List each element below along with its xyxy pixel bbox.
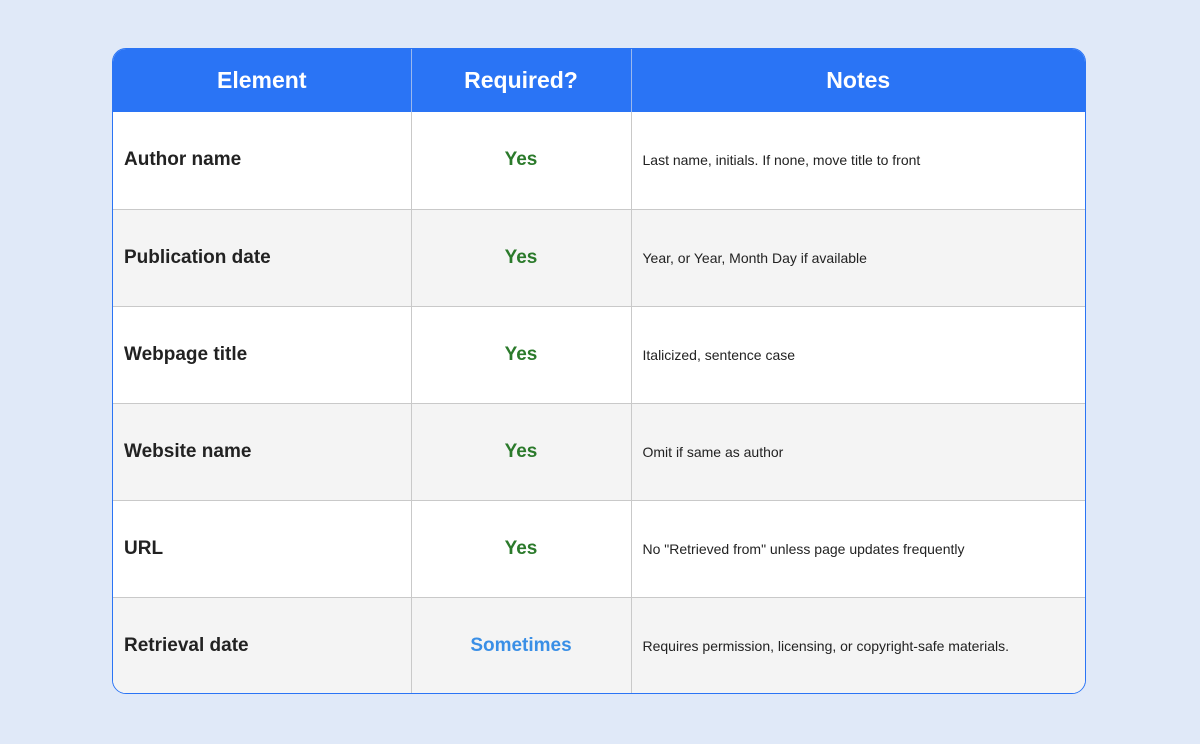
citation-elements-table: Element Required? Notes Author name Yes … — [113, 49, 1085, 693]
table-row: Retrieval date Sometimes Requires permis… — [113, 596, 1085, 693]
table-header-row: Element Required? Notes — [113, 49, 1085, 112]
header-element: Element — [113, 49, 411, 112]
element-cell: Publication date — [113, 208, 411, 306]
notes-cell: Last name, initials. If none, move title… — [630, 112, 1085, 209]
element-cell: Author name — [124, 149, 242, 171]
table-row: Website name Yes Omit if same as author — [113, 402, 1085, 500]
header-required: Required? — [410, 49, 631, 112]
required-cell: Yes — [410, 208, 631, 306]
header-notes: Notes — [630, 49, 1085, 112]
element-cell: Website name — [113, 402, 411, 500]
required-cell: Yes — [410, 499, 631, 597]
element-cell: Webpage title — [113, 305, 411, 403]
notes-cell: No "Retrieved from" unless page updates … — [630, 499, 1085, 597]
required-cell: Yes — [410, 402, 631, 500]
element-cell: Retrieval date — [113, 596, 411, 693]
notes-cell: Year, or Year, Month Day if available — [630, 208, 1085, 306]
element-cell: URL — [113, 499, 411, 597]
required-cell: Yes — [410, 305, 631, 403]
required-cell: Sometimes — [410, 596, 631, 693]
table-row: Webpage title Yes Italicized, sentence c… — [113, 305, 1085, 403]
notes-cell: Requires permission, licensing, or copyr… — [630, 596, 1085, 693]
notes-cell: Italicized, sentence case — [630, 305, 1085, 403]
table-row: URL Yes No "Retrieved from" unless page … — [113, 499, 1085, 597]
notes-cell: Omit if same as author — [630, 402, 1085, 500]
table-row: Publication date Yes Year, or Year, Mont… — [113, 208, 1085, 306]
required-cell: Yes — [410, 112, 631, 209]
citation-elements-table-card: Element Required? Notes Author name Yes … — [112, 48, 1086, 694]
table-row: Author name Yes Last name, initials. If … — [113, 112, 1085, 209]
